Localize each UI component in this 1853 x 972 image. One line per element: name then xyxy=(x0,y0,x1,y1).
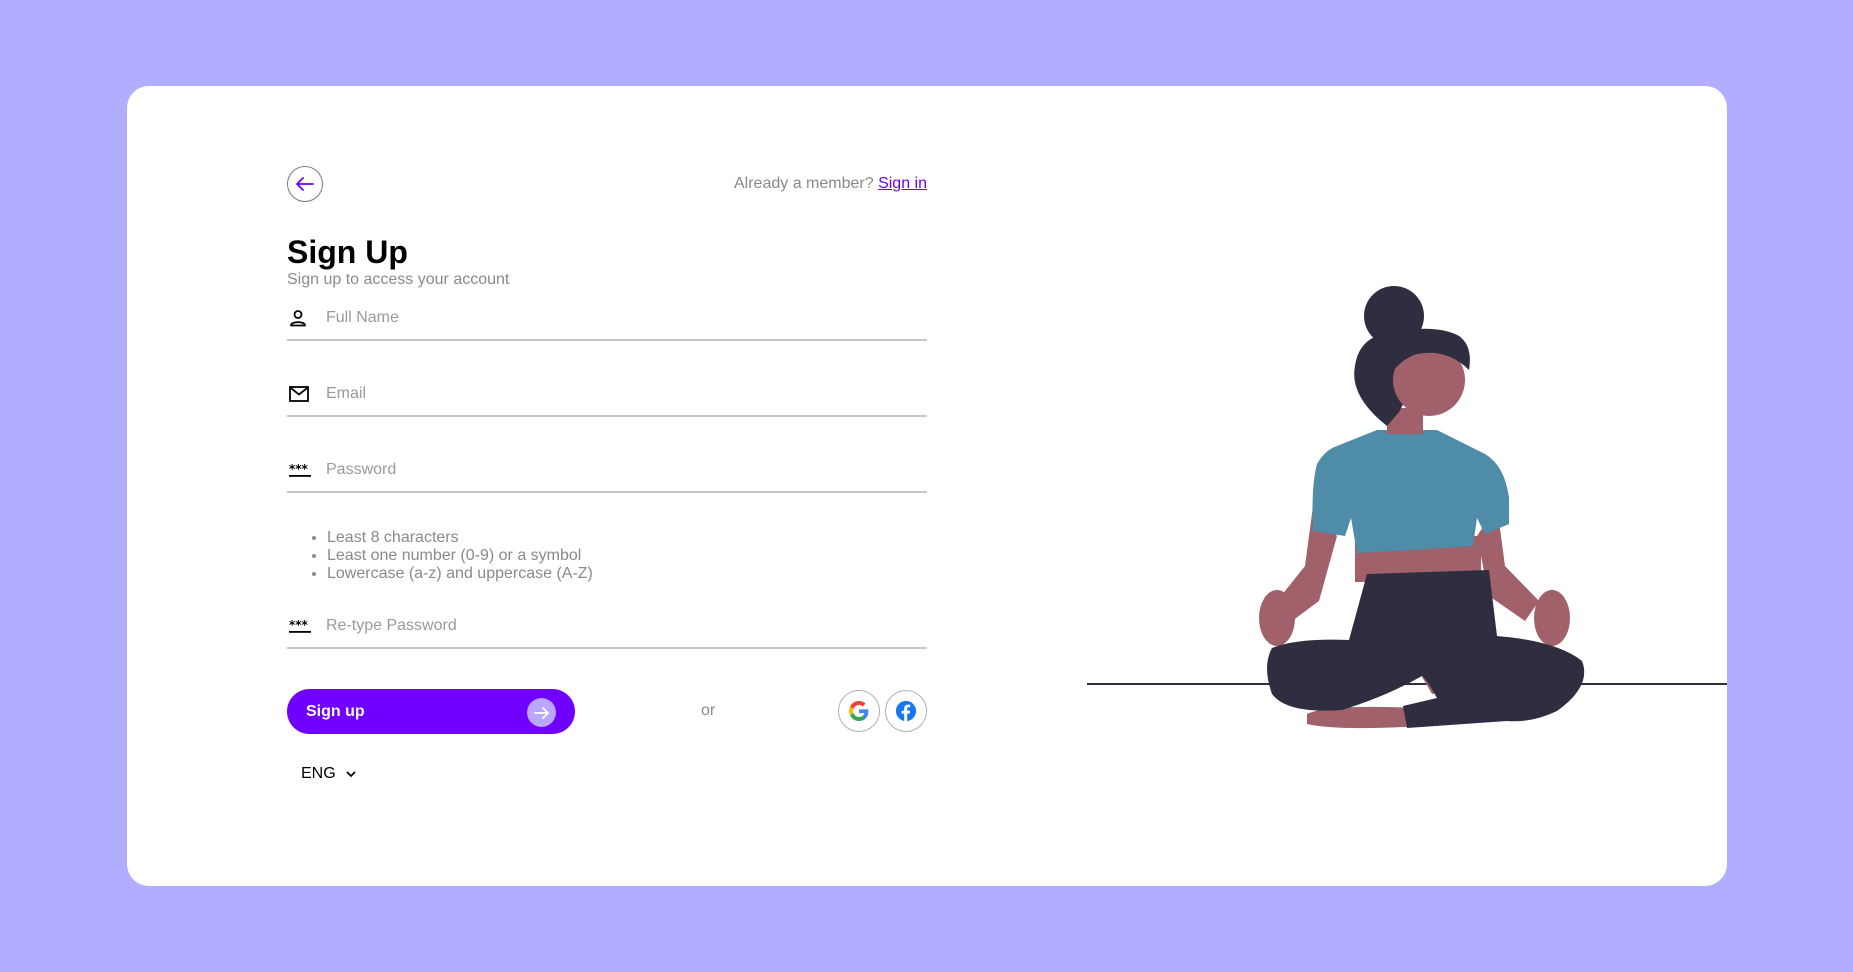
sign-in-link[interactable]: Sign in xyxy=(878,175,927,192)
svg-text:***: *** xyxy=(289,463,309,476)
svg-text:***: *** xyxy=(289,619,309,632)
chevron-down-icon xyxy=(346,771,356,778)
retype-password-field[interactable]: *** Re-type Password xyxy=(287,605,927,649)
user-icon xyxy=(287,309,317,327)
language-selector[interactable]: ENG xyxy=(301,765,381,783)
language-label: ENG xyxy=(301,765,336,782)
actions-row: Sign up or xyxy=(287,689,927,735)
page-subtitle: Sign up to access your account xyxy=(287,271,510,288)
meditation-illustration xyxy=(1087,286,1727,729)
signup-form: Already a member? Sign in Sign Up Sign u… xyxy=(287,166,927,783)
or-separator: or xyxy=(701,702,716,719)
already-member-text: Already a member? Sign in xyxy=(734,175,927,193)
password-rules: Least 8 characters Least one number (0-9… xyxy=(287,529,927,583)
password-icon: *** xyxy=(287,619,317,633)
facebook-signin-button[interactable] xyxy=(885,690,927,732)
password-placeholder: Password xyxy=(326,461,397,478)
left-hand xyxy=(1259,590,1295,646)
arrow-left-icon xyxy=(296,177,314,191)
password-rule: Least 8 characters xyxy=(327,529,927,547)
mail-icon xyxy=(287,386,317,402)
sign-up-button[interactable]: Sign up xyxy=(287,689,575,734)
already-member-label: Already a member? xyxy=(734,175,874,192)
email-field[interactable]: Email xyxy=(287,373,927,417)
google-signin-button[interactable] xyxy=(838,690,880,732)
hair-bun xyxy=(1364,286,1424,346)
password-field[interactable]: *** Password xyxy=(287,449,927,493)
password-icon: *** xyxy=(287,463,317,477)
back-button[interactable] xyxy=(287,166,323,202)
full-name-field[interactable]: Full Name xyxy=(287,297,927,341)
page-title: Sign Up xyxy=(287,234,408,270)
sign-up-label: Sign up xyxy=(306,702,365,720)
google-icon xyxy=(849,701,869,721)
email-placeholder: Email xyxy=(326,385,367,402)
signup-card: Already a member? Sign in Sign Up Sign u… xyxy=(127,86,1727,886)
password-rule: Least one number (0-9) or a symbol xyxy=(327,547,927,565)
facebook-icon xyxy=(895,700,917,722)
password-rule: Lowercase (a-z) and uppercase (A-Z) xyxy=(327,565,927,583)
retype-password-placeholder: Re-type Password xyxy=(326,617,457,634)
arrow-right-icon xyxy=(527,698,556,727)
full-name-placeholder: Full Name xyxy=(326,309,399,326)
top-row: Already a member? Sign in xyxy=(287,166,927,202)
right-hand xyxy=(1534,590,1570,646)
